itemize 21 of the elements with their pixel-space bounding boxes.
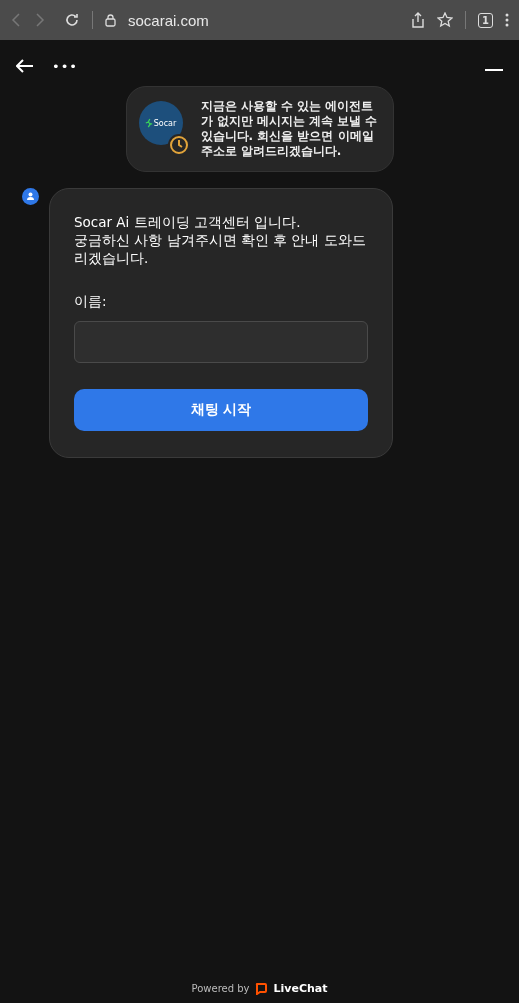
name-label: 이름: <box>74 293 108 311</box>
message-text: Socar Ai 트레이딩 고객센터 입니다. <box>74 213 302 231</box>
back-arrow-icon[interactable] <box>16 59 34 73</box>
clock-icon <box>166 133 191 157</box>
chat-bubble-icon <box>255 982 268 995</box>
url-text[interactable]: socarai.com <box>128 11 209 29</box>
tab-count[interactable]: 1 <box>478 12 493 28</box>
notice-text: 지금은 사용할 수 있는 에이전트가 없지만 메시지는 계속 보낼 수 있습니다. 회신을 받으면 이메일 주소로 알려드리겠습니다. <box>200 99 379 159</box>
menu-icon[interactable] <box>505 13 509 27</box>
bookmark-star-icon[interactable] <box>437 12 454 28</box>
agent-avatar-icon <box>22 188 39 205</box>
start-chat-button[interactable]: 채팅 시작 <box>74 389 368 431</box>
reload-icon[interactable] <box>64 12 80 28</box>
share-icon[interactable] <box>411 12 426 28</box>
lock-icon <box>105 13 116 27</box>
more-options-button[interactable]: ••• <box>52 58 78 74</box>
name-input[interactable] <box>74 321 368 363</box>
livechat-brand[interactable]: LiveChat <box>273 982 328 995</box>
message-text: 궁금하신 사항 남겨주시면 확인 후 안내 도와드리겠습니다. <box>74 231 367 267</box>
powered-by-text: Powered by <box>191 983 250 994</box>
logo-text: Socar <box>153 118 177 128</box>
